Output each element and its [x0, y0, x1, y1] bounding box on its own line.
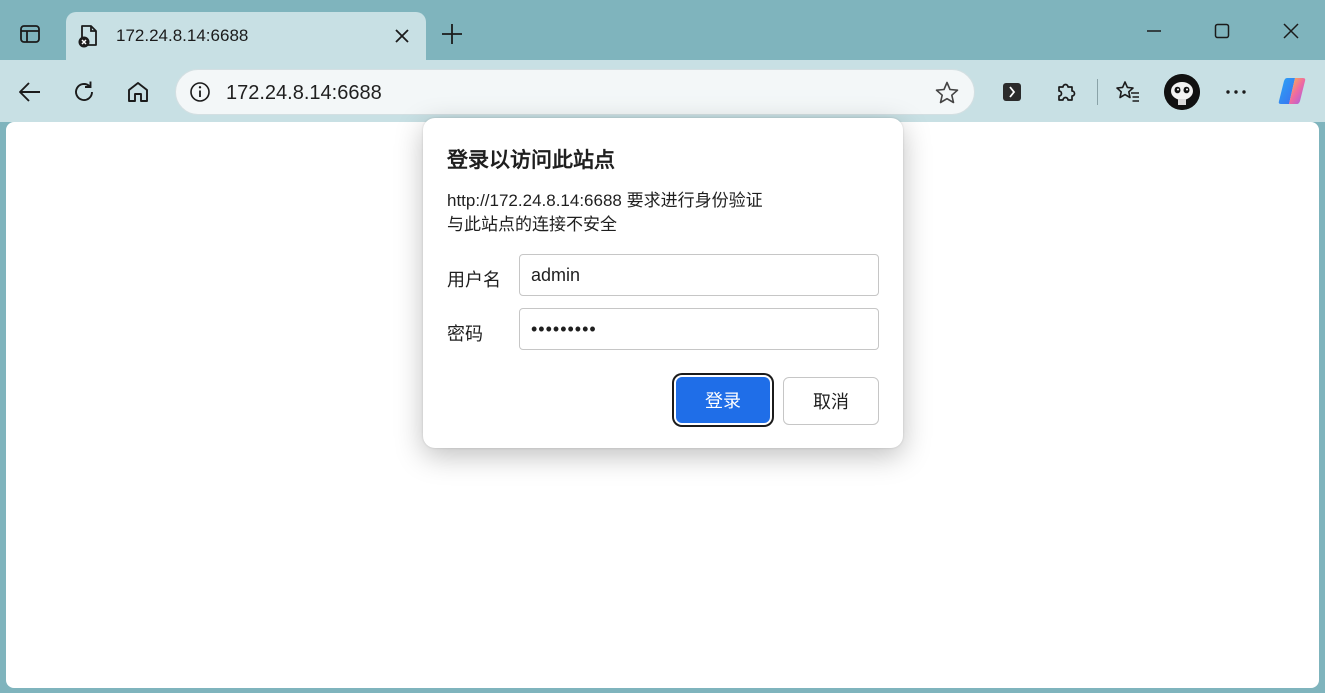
- extension-app-button[interactable]: [994, 74, 1030, 110]
- home-icon: [128, 82, 148, 102]
- puzzle-icon: [1058, 83, 1076, 101]
- title-bar: 172.24.8.14:6688: [0, 0, 1325, 62]
- url-text[interactable]: 172.24.8.14:6688: [226, 82, 382, 105]
- extension-app-icon: [1003, 83, 1021, 101]
- more-button[interactable]: [1218, 74, 1254, 110]
- new-tab-button[interactable]: [438, 20, 466, 48]
- auth-dialog: 登录以访问此站点 http://172.24.8.14:6688 要求进行身份验…: [423, 118, 903, 448]
- avatar[interactable]: [1164, 74, 1200, 110]
- home-button[interactable]: [120, 74, 156, 110]
- address-bar[interactable]: 172.24.8.14:6688: [175, 69, 975, 115]
- minimize-button[interactable]: [1139, 16, 1169, 46]
- toolbar: 172.24.8.14:6688: [0, 60, 1325, 122]
- refresh-button[interactable]: [66, 74, 102, 110]
- close-window-button[interactable]: [1276, 16, 1306, 46]
- maximize-button[interactable]: [1207, 16, 1237, 46]
- plus-icon: [442, 24, 462, 44]
- maximize-icon: [1214, 23, 1230, 39]
- copilot-button[interactable]: [1274, 73, 1310, 109]
- page-error-icon: [76, 23, 102, 49]
- tab-actions-button[interactable]: [14, 18, 46, 50]
- site-info-button[interactable]: [188, 80, 212, 104]
- tab-close-button[interactable]: [390, 24, 414, 48]
- password-field[interactable]: [519, 308, 879, 350]
- info-icon: [190, 82, 210, 102]
- browser-tab[interactable]: 172.24.8.14:6688: [66, 12, 426, 62]
- back-button[interactable]: [12, 74, 48, 110]
- favorites-button[interactable]: [1110, 74, 1146, 110]
- extensions-button[interactable]: [1049, 74, 1085, 110]
- password-label: 密码: [447, 324, 483, 344]
- more-icon: [1226, 90, 1246, 94]
- username-label: 用户名: [447, 270, 501, 290]
- close-icon: [395, 29, 409, 43]
- close-icon: [1283, 23, 1299, 39]
- favorites-icon: [1116, 81, 1139, 102]
- minimize-icon: [1147, 30, 1161, 32]
- tab-title: 172.24.8.14:6688: [116, 26, 249, 45]
- username-field[interactable]: [519, 254, 879, 296]
- copilot-icon: [1278, 78, 1306, 104]
- star-icon: [935, 81, 959, 104]
- refresh-icon: [75, 81, 93, 101]
- auth-required-text: http://172.24.8.14:6688 要求进行身份验证: [447, 191, 763, 210]
- insecure-warning-text: 与此站点的连接不安全: [447, 215, 617, 234]
- tab-actions-icon: [20, 25, 40, 43]
- favorite-button[interactable]: [934, 80, 960, 106]
- toolbar-divider: [1097, 79, 1098, 105]
- dialog-title: 登录以访问此站点: [447, 149, 615, 172]
- cancel-button[interactable]: 取消: [783, 377, 879, 425]
- profile-icon: [1164, 74, 1200, 110]
- back-arrow-icon: [19, 82, 40, 102]
- login-button[interactable]: 登录: [676, 377, 770, 423]
